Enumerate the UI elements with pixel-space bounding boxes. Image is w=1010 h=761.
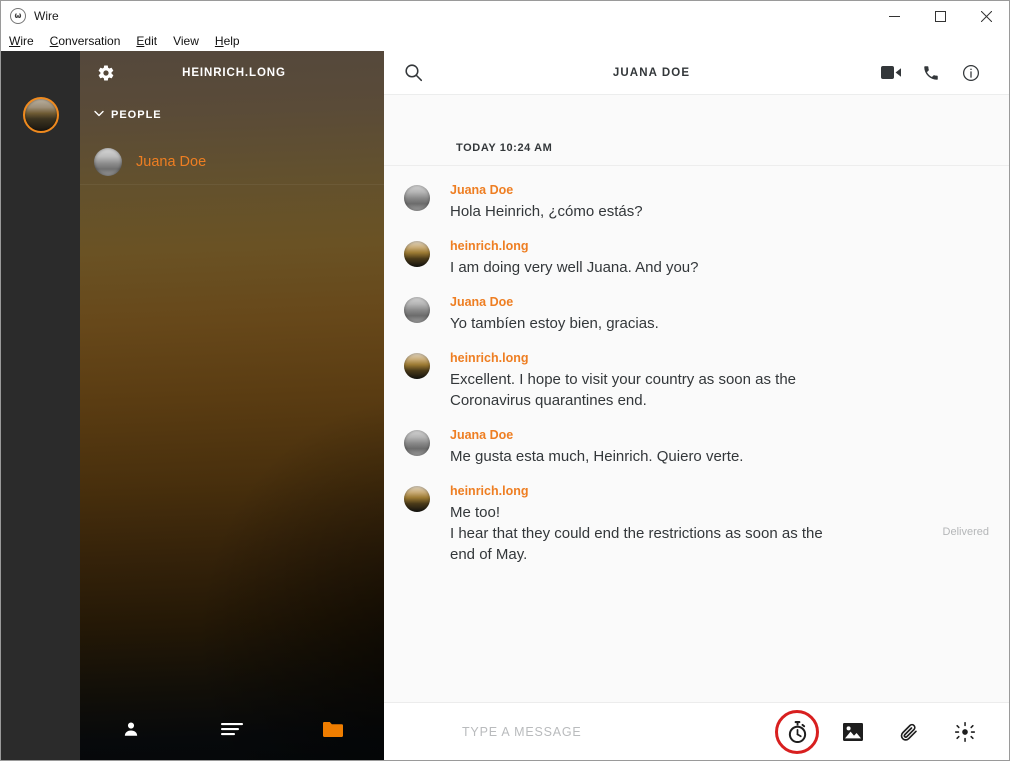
status-badge: Delivered (942, 526, 989, 538)
message-item: heinrich.long Me too! I hear that they c… (384, 467, 1009, 565)
message-body: heinrich.long I am doing very well Juana… (430, 239, 989, 278)
message-text: Me gusta esta much, Heinrich. Quiero ver… (450, 448, 744, 465)
conversation-panel: JUANA DOE TODAY 10:24 AM Juana Doe Hola … (384, 51, 1009, 760)
message-body: heinrich.long Me too! I hear that they c… (430, 484, 989, 565)
conversation-list-header: HEINRICH.LONG (80, 51, 384, 95)
message-line-row: I hear that they could end the restricti… (450, 523, 989, 565)
menu-label: ire (20, 34, 34, 48)
message-line-row: Hola Heinrich, ¿cómo estás? (450, 201, 989, 222)
folder-icon[interactable] (283, 721, 384, 738)
timer-icon[interactable] (769, 703, 825, 761)
message-line-row: Me too! (450, 502, 989, 523)
gear-icon[interactable] (80, 64, 132, 82)
conversation-header: JUANA DOE (384, 51, 1009, 95)
conversation-list-panel: HEINRICH.LONG PEOPLE Juana Doe (80, 51, 384, 760)
wire-logo-icon: ω (10, 8, 26, 24)
section-header-people[interactable]: PEOPLE (80, 95, 384, 131)
message-body: Juana Doe Hola Heinrich, ¿cómo estás? (430, 183, 989, 222)
menu-accel: H (214, 34, 224, 48)
message-sender: heinrich.long (450, 239, 529, 253)
menu-label: iew (180, 34, 199, 48)
page-title: JUANA DOE (612, 66, 691, 79)
avatar (404, 185, 430, 211)
title-bar-left: ω Wire (1, 8, 59, 24)
menu-item-conversation[interactable]: Conversation (50, 34, 121, 48)
close-icon[interactable] (963, 1, 1009, 31)
message-item: Juana Doe Hola Heinrich, ¿cómo estás? (384, 166, 1009, 222)
message-text: Hola Heinrich, ¿cómo estás? (450, 203, 643, 220)
menu-item-view[interactable]: View (173, 34, 199, 48)
message-sender: heinrich.long (450, 484, 529, 498)
message-text: I hear that they could end the restricti… (450, 525, 823, 563)
message-line-row: I am doing very well Juana. And you? (450, 257, 989, 278)
message-text: Me too! (450, 504, 501, 521)
message-body: heinrich.long Excellent. I hope to visit… (430, 351, 989, 411)
message-input[interactable] (384, 724, 769, 739)
menu-accel: V (173, 34, 181, 48)
menu-item-edit[interactable]: Edit (136, 34, 157, 48)
avatar (94, 147, 122, 176)
avatar (404, 430, 430, 456)
avatar (404, 241, 430, 267)
search-icon[interactable] (404, 63, 432, 82)
person-icon[interactable] (80, 720, 181, 738)
maximize-icon[interactable] (917, 1, 963, 31)
menu-item-help[interactable]: Help (215, 34, 240, 48)
conversation-list-spacer (80, 185, 384, 698)
title-bar: ω Wire (1, 1, 1009, 31)
day-divider: TODAY 10:24 AM (384, 95, 1009, 166)
paperclip-icon[interactable] (881, 703, 937, 761)
message-body: Juana Doe Yo tambíen estoy bien, gracias… (430, 295, 989, 334)
list-icon[interactable] (181, 722, 282, 736)
avatar (404, 297, 430, 323)
section-label: PEOPLE (111, 109, 162, 121)
image-icon[interactable] (825, 703, 881, 761)
message-line-row: Me gusta esta much, Heinrich. Quiero ver… (450, 446, 989, 467)
message-list[interactable]: TODAY 10:24 AM Juana Doe Hola Heinrich, … (384, 95, 1009, 702)
minimize-icon[interactable] (871, 1, 917, 31)
message-text: I am doing very well Juana. And you? (450, 259, 699, 276)
menu-item-wire[interactable]: Wire (9, 34, 34, 48)
message-text: Yo tambíen estoy bien, gracias. (450, 315, 659, 332)
account-name: HEINRICH.LONG (182, 67, 286, 79)
message-item: Juana Doe Yo tambíen estoy bien, gracias… (384, 278, 1009, 334)
menu-label: elp (223, 34, 240, 48)
conversation-list-item-juana-doe[interactable]: Juana Doe (80, 139, 384, 185)
message-sender: Juana Doe (450, 295, 514, 309)
message-item: heinrich.long I am doing very well Juana… (384, 222, 1009, 278)
phone-call-icon[interactable] (911, 64, 951, 82)
menu-bar: Wire Conversation Edit View Help (1, 31, 1009, 51)
avatar (404, 486, 430, 512)
video-call-icon[interactable] (871, 65, 911, 80)
menu-accel: W (9, 34, 21, 48)
avatar[interactable] (22, 97, 59, 133)
message-item: heinrich.long Excellent. I hope to visit… (384, 334, 1009, 411)
message-line-row: Excellent. I hope to visit your country … (450, 369, 989, 411)
message-sender: heinrich.long (450, 351, 529, 365)
message-text: Excellent. I hope to visit your country … (450, 371, 797, 409)
account-rail (1, 51, 80, 760)
message-sender: Juana Doe (450, 428, 514, 442)
ping-icon[interactable] (937, 703, 993, 761)
message-composer (384, 702, 1009, 760)
conversation-list-footer (80, 698, 384, 760)
app-body: HEINRICH.LONG PEOPLE Juana Doe JUANA DOE… (1, 51, 1009, 760)
message-sender: Juana Doe (450, 183, 514, 197)
wire-window: ω Wire Wire Conversation Edit View Help (0, 0, 1010, 761)
info-icon[interactable] (951, 64, 991, 82)
menu-label: dit (144, 34, 158, 48)
menu-label: onversation (58, 34, 121, 48)
window-controls (871, 1, 1009, 31)
message-body: Juana Doe Me gusta esta much, Heinrich. … (430, 428, 989, 467)
message-line-row: Yo tambíen estoy bien, gracias. (450, 313, 989, 334)
avatar (404, 353, 430, 379)
window-title: Wire (34, 9, 59, 23)
chevron-down-icon (94, 110, 104, 120)
message-item: Juana Doe Me gusta esta much, Heinrich. … (384, 411, 1009, 467)
conversation-name: Juana Doe (136, 153, 207, 170)
